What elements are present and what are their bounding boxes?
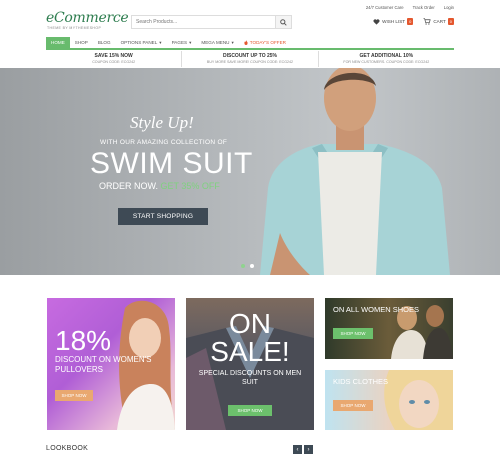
nav-item-label: HOME [51,40,65,45]
nav-divider [46,48,454,50]
shop-now-button[interactable]: SHOP NOW [333,400,373,411]
cart-label: CART [433,19,446,24]
flame-icon [244,40,248,45]
offer-title: GET ADDITIONAL 10% [359,53,414,59]
shop-now-button[interactable]: SHOP NOW [55,390,93,401]
nav-item-mega-menu[interactable]: MEGA MENU ▾ [196,37,238,48]
hero-order-line: ORDER NOW. GET 35% OFF [99,181,220,191]
offer-coupon: BUY MORE SAVE MORE! COUPON CODE: ECG242 [206,60,294,64]
promo-sale-title: ON SALE! [210,308,290,367]
hero-model-image [260,68,450,275]
slider-dot-active[interactable] [250,264,254,268]
main-nav: HOME SHOP BLOG OPTIONS PANEL ▾ PAGES ▾ MEG… [46,37,454,48]
customer-care-link[interactable]: 24/7 Customer Care [366,5,404,10]
hero-order-text: ORDER NOW. [99,181,159,191]
heart-icon [373,18,380,25]
hero-order-offer: GET 35% OFF [160,181,220,191]
chevron-right-icon[interactable]: › [304,445,313,454]
track-order-link[interactable]: Track Order [413,5,435,10]
nav-item-label: OPTIONS PANEL [120,40,158,45]
promo-text: KIDS CLOTHES [333,377,389,386]
offer-coupon: COUPON CODE: ECG242 [92,60,136,64]
nav-item-label: BLOG [97,40,111,45]
nav-item-label: PAGES [171,40,188,45]
hero-headline: SWIM SUIT [90,147,253,180]
shop-now-button[interactable]: SHOP NOW [228,405,272,416]
promo-on-sale[interactable]: ON SALE! SPECIAL DISCOUNTS ON MEN SUIT S… [186,298,314,430]
logo-tagline: THEME BY MYTHEMESHOP [47,26,102,30]
promo-women-pullovers[interactable]: 18% DISCOUNT ON WOMEN'S PULLOVERS SHOP N… [47,298,175,430]
start-shopping-button[interactable]: START SHOPPING [118,208,208,225]
search-button[interactable] [275,16,291,28]
chevron-down-icon: ▾ [231,40,234,45]
chevron-down-icon: ▾ [189,40,192,45]
slider-dots [241,264,254,268]
nav-item-home[interactable]: HOME [46,37,70,48]
lookbook-arrows: ‹ › [293,445,313,454]
cart-icon [423,18,431,25]
nav-item-options-panel[interactable]: OPTIONS PANEL ▾ [116,37,167,48]
hero-style-up: Style Up! [130,113,194,132]
offer-item: SAVE 15% NOW COUPON CODE: ECG242 [46,51,183,67]
promo-text: SPECIAL DISCOUNTS ON MEN SUIT [198,370,302,386]
hero-lead-text: WITH OUR AMAZING COLLECTION OF [100,139,228,146]
offers-strip: SAVE 15% NOW COUPON CODE: ECG242 DISCOUN… [46,51,454,67]
chevron-left-icon[interactable]: ‹ [293,445,302,454]
hero-slider: Style Up! WITH OUR AMAZING COLLECTION OF… [0,68,500,275]
lookbook-title: LOOKBOOK [46,445,89,452]
offer-coupon: FOR NEW CUSTOMERS. COUPON CODE: ECG242 [343,60,430,64]
promo-text: ON ALL WOMEN SHOES [333,305,419,314]
cart-count-badge: 0 [447,18,454,25]
chevron-down-icon: ▾ [159,40,162,45]
offer-title: SAVE 15% NOW [94,53,133,59]
login-link[interactable]: Login [444,5,454,10]
top-links: 24/7 Customer Care Track Order Login [366,5,454,10]
wishlist-button[interactable]: WISH LIST 0 [373,18,414,25]
header: eCommerce THEME BY MYTHEMESHOP 24/7 Cust… [0,0,500,40]
nav-item-todays-offer[interactable]: TODAY'S OFFER [239,37,454,48]
nav-item-label: TODAY'S OFFER [249,40,286,45]
page: eCommerce THEME BY MYTHEMESHOP 24/7 Cust… [0,0,500,462]
search-box [131,15,292,29]
cart-button[interactable]: CART 0 [423,18,454,25]
offer-title: DISCOUNT UP TO 25% [222,53,277,59]
promo-percent: 18% [55,325,112,356]
wishlist-count-badge: 0 [407,18,414,25]
nav-item-shop[interactable]: SHOP [70,37,93,48]
nav-item-label: SHOP [74,40,88,45]
offer-item: DISCOUNT UP TO 25% BUY MORE SAVE MORE! C… [182,51,319,67]
offer-item: GET ADDITIONAL 10% FOR NEW CUSTOMERS. CO… [319,51,454,67]
slider-dot[interactable] [241,264,245,268]
promo-text: DISCOUNT ON WOMEN'S PULLOVERS [55,355,152,374]
search-input[interactable] [132,16,276,28]
site-logo[interactable]: eCommerce [46,10,129,26]
shop-now-button[interactable]: SHOP NOW [333,328,373,339]
nav-item-pages[interactable]: PAGES ▾ [167,37,197,48]
promo-women-shoes[interactable]: ON ALL WOMEN SHOES SHOP NOW [325,298,453,359]
promo-kids-clothes[interactable]: KIDS CLOTHES SHOP NOW [325,370,453,430]
wishlist-label: WISH LIST [382,19,406,24]
header-icons: WISH LIST 0 CART 0 [373,18,454,25]
nav-item-blog[interactable]: BLOG [93,37,116,48]
nav-item-label: MEGA MENU [201,40,230,45]
search-icon [280,18,287,26]
